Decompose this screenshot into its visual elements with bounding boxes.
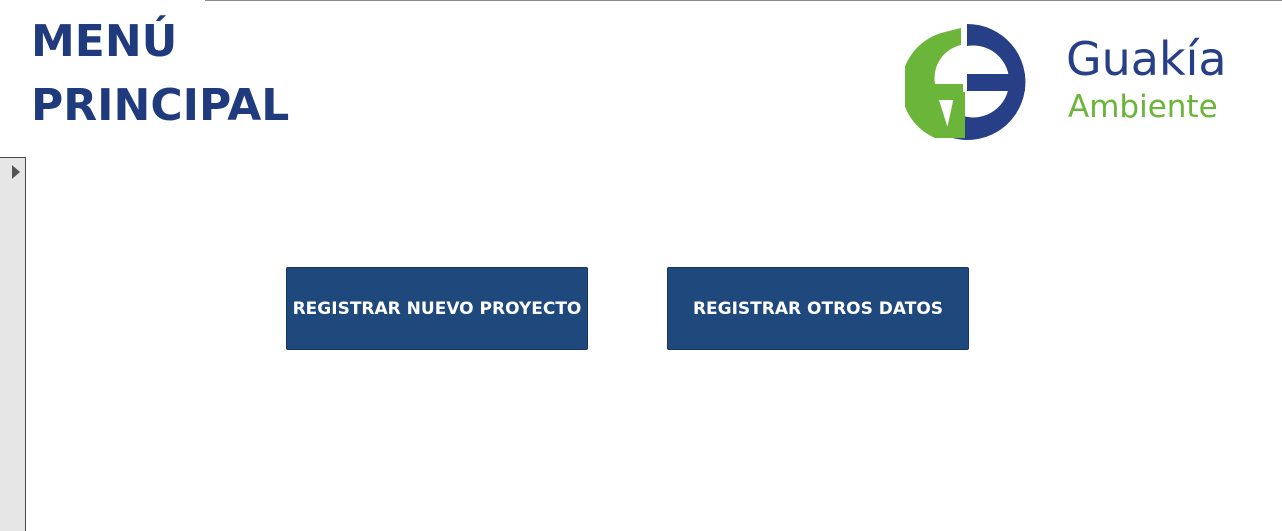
page-title: MENÚ PRINCIPAL	[31, 10, 289, 138]
page-title-line-1: MENÚ	[31, 16, 178, 67]
page-title-line-2: PRINCIPAL	[31, 80, 290, 131]
triangle-right-icon[interactable]	[12, 165, 20, 179]
register-other-data-button[interactable]: REGISTRAR OTROS DATOS	[667, 267, 969, 350]
side-panel[interactable]	[0, 157, 26, 531]
ag-logo-icon	[905, 23, 1026, 140]
brand-name: Guakía	[1066, 32, 1227, 86]
register-new-project-button[interactable]: REGISTRAR NUEVO PROYECTO	[286, 267, 588, 350]
top-divider	[205, 0, 1282, 1]
brand-subtitle: Ambiente	[1068, 89, 1218, 125]
